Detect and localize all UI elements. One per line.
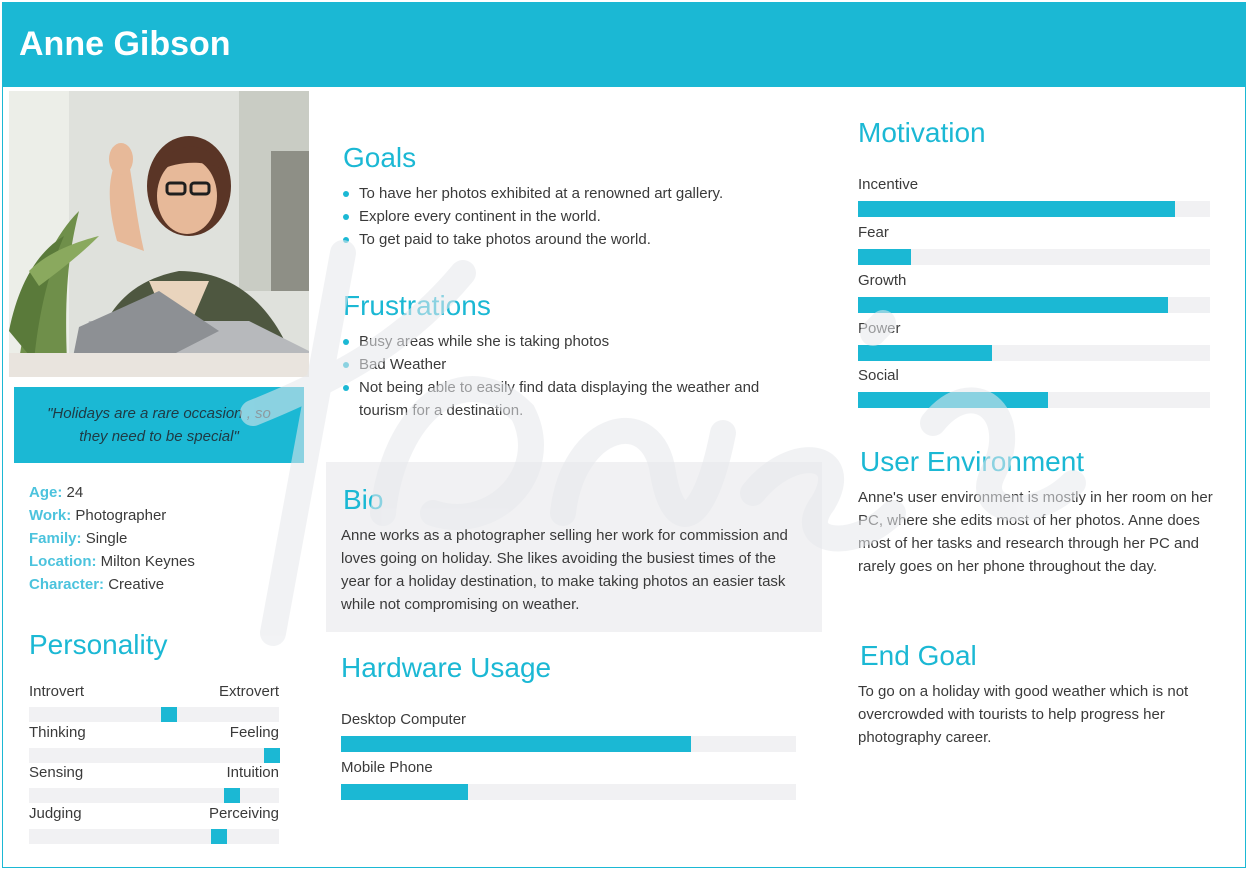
frustrations-title: Frustrations	[343, 290, 491, 321]
bar-fill	[341, 784, 469, 800]
motivation-row: Growth	[858, 272, 1210, 316]
personality-scale: Judging Perceiving	[29, 805, 279, 845]
hardware-title: Hardware Usage	[341, 652, 552, 683]
fact-label: Location:	[29, 553, 97, 570]
bio-title: Bio	[343, 484, 384, 515]
header-bar: Anne Gibson	[3, 3, 1245, 87]
scale-track	[29, 788, 279, 803]
fact-value: Photographer	[75, 507, 167, 524]
personality-title: Personality	[29, 629, 168, 660]
bar-label: Growth	[858, 272, 907, 289]
scale-left-label: Judging	[29, 805, 82, 822]
fact-family: Family: Single	[29, 527, 195, 550]
persona-photo	[9, 91, 309, 377]
goals-list: To have her photos exhibited at a renown…	[341, 182, 811, 251]
fact-value: Milton Keynes	[100, 553, 195, 570]
scale-marker	[263, 748, 280, 763]
bar-track	[858, 345, 1210, 361]
scale-marker	[161, 707, 177, 722]
fact-work: Work: Photographer	[29, 504, 195, 527]
bar-track	[858, 297, 1210, 313]
scale-track	[29, 829, 279, 844]
motivation-row: Fear	[858, 224, 1210, 268]
motivation-row: Social	[858, 367, 1210, 411]
fact-value: 24	[66, 484, 84, 501]
end-goal-title: End Goal	[860, 640, 977, 671]
bar-label: Mobile Phone	[341, 759, 433, 776]
list-item: Explore every continent in the world.	[341, 205, 811, 228]
scale-left-label: Thinking	[29, 724, 86, 741]
user-environment-text: Anne's user environment is mostly in her…	[858, 489, 1213, 575]
fact-label: Family:	[29, 530, 82, 547]
personality-scale: Sensing Intuition	[29, 764, 279, 804]
bar-track	[858, 249, 1210, 265]
motivation-title: Motivation	[858, 117, 986, 148]
personality-scale: Introvert Extrovert	[29, 683, 279, 723]
frustrations-list: Busy areas while she is taking photos Ba…	[341, 330, 791, 422]
bar-track	[341, 784, 796, 800]
fact-value: Creative	[108, 576, 165, 593]
persona-quote: "Holidays are a rare occasion , so they …	[14, 387, 304, 463]
list-item: To get paid to take photos around the wo…	[341, 228, 811, 251]
bar-label: Social	[858, 367, 899, 384]
scale-right-label: Intuition	[226, 764, 279, 781]
motivation-row: Power	[858, 320, 1210, 364]
fact-character: Character: Creative	[29, 573, 195, 596]
scale-left-label: Introvert	[29, 683, 85, 700]
list-item: To have her photos exhibited at a renown…	[341, 182, 811, 205]
scale-marker	[211, 829, 227, 844]
bar-fill	[858, 345, 992, 361]
bar-label: Power	[858, 320, 901, 337]
bar-track	[858, 201, 1210, 217]
bar-label: Incentive	[858, 176, 919, 193]
bar-fill	[341, 736, 692, 752]
persona-name: Anne Gibson	[19, 25, 231, 63]
fact-label: Character:	[29, 576, 105, 593]
bar-label: Fear	[858, 224, 889, 241]
list-item: Not being able to easily find data displ…	[341, 376, 791, 422]
persona-facts: Age: 24 Work: Photographer Family: Singl…	[29, 481, 195, 596]
fact-age: Age: 24	[29, 481, 195, 504]
bar-fill	[858, 392, 1049, 408]
scale-track	[29, 707, 279, 722]
hardware-row: Mobile Phone	[341, 759, 796, 804]
persona-card: Anne Gibson "Holidays are a rare occasio…	[2, 2, 1246, 868]
scale-right-label: Perceiving	[208, 805, 279, 822]
bio-text: Anne works as a photographer selling her…	[341, 527, 788, 613]
bar-track	[341, 736, 796, 752]
list-item: Bad Weather	[341, 353, 791, 376]
bar-track	[858, 392, 1210, 408]
hardware-row: Desktop Computer	[341, 711, 796, 756]
scale-right-label: Extrovert	[218, 683, 279, 700]
bar-fill	[858, 297, 1168, 313]
personality-scale: Thinking Feeling	[29, 724, 280, 764]
end-goal-text: To go on a holiday with good weather whi…	[858, 683, 1189, 746]
goals-title: Goals	[343, 142, 417, 173]
fact-label: Age:	[29, 484, 63, 501]
scale-right-label: Feeling	[229, 724, 279, 741]
bar-fill	[858, 249, 911, 265]
list-item: Busy areas while she is taking photos	[341, 330, 791, 353]
bar-fill	[858, 201, 1175, 217]
scale-left-label: Sensing	[29, 764, 84, 781]
bar-label: Desktop Computer	[341, 711, 467, 728]
fact-value: Single	[85, 530, 128, 547]
scale-marker	[223, 788, 240, 803]
user-environment-title: User Environment	[860, 446, 1085, 477]
scale-track	[29, 748, 280, 763]
motivation-row: Incentive	[858, 176, 1210, 220]
fact-location: Location: Milton Keynes	[29, 550, 195, 573]
fact-label: Work:	[29, 507, 72, 524]
